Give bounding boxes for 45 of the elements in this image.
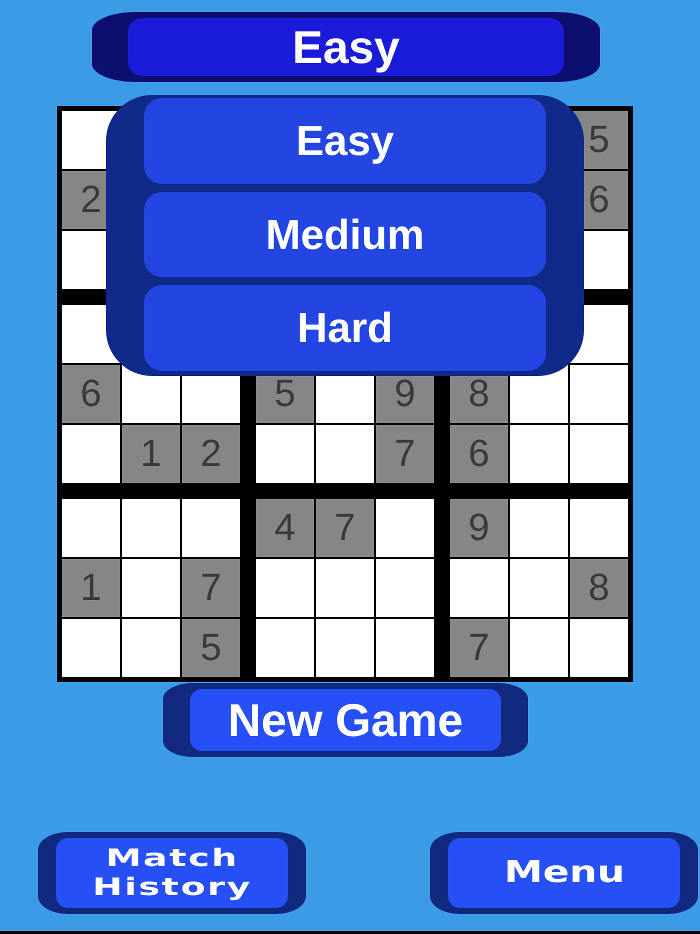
sudoku-cell[interactable] (62, 425, 120, 483)
sudoku-cell[interactable]: 1 (122, 425, 180, 483)
sudoku-cell[interactable] (122, 499, 180, 557)
sudoku-cell[interactable] (570, 619, 628, 677)
sudoku-cell[interactable]: 5 (182, 619, 240, 677)
sudoku-cell[interactable] (62, 619, 120, 677)
sudoku-cell[interactable] (316, 425, 374, 483)
menu-option[interactable]: Medium (144, 192, 546, 278)
sudoku-cell[interactable] (510, 499, 568, 557)
sudoku-cell[interactable] (62, 499, 120, 557)
sudoku-cell[interactable] (510, 559, 568, 617)
new-game-button[interactable]: New Game (163, 683, 528, 757)
sudoku-cell[interactable] (376, 619, 434, 677)
sudoku-cell[interactable] (570, 425, 628, 483)
sudoku-cell[interactable] (450, 559, 508, 617)
menu-option[interactable]: Hard (144, 285, 546, 372)
sudoku-cell[interactable] (376, 499, 434, 557)
sudoku-cell[interactable]: 7 (316, 499, 374, 557)
sudoku-cell[interactable]: 4 (256, 499, 314, 557)
sudoku-cell[interactable] (316, 559, 374, 617)
sudoku-cell[interactable] (510, 619, 568, 677)
sudoku-cell[interactable]: 2 (182, 425, 240, 483)
sudoku-cell[interactable]: 7 (182, 559, 240, 617)
sudoku-cell[interactable] (376, 559, 434, 617)
sudoku-cell[interactable] (570, 499, 628, 557)
sudoku-cell[interactable] (122, 619, 180, 677)
sudoku-cell[interactable] (256, 425, 314, 483)
sudoku-cell[interactable] (316, 619, 374, 677)
sudoku-cell[interactable]: 6 (62, 365, 120, 423)
difficulty-dropdown[interactable]: Easy (92, 12, 600, 82)
sudoku-cell[interactable] (570, 365, 628, 423)
sudoku-cell[interactable]: 7 (450, 619, 508, 677)
sudoku-cell[interactable] (256, 619, 314, 677)
sudoku-cell[interactable] (256, 559, 314, 617)
sudoku-cell[interactable] (182, 499, 240, 557)
sudoku-cell[interactable]: 8 (570, 559, 628, 617)
sudoku-cell[interactable]: 1 (62, 559, 120, 617)
sudoku-cell[interactable]: 6 (450, 425, 508, 483)
sudoku-cell[interactable]: 9 (450, 499, 508, 557)
menu-button[interactable]: Menu (430, 832, 698, 914)
sudoku-cell[interactable]: 7 (376, 425, 434, 483)
sudoku-cell[interactable] (122, 559, 180, 617)
match-history-button[interactable]: Match History (38, 832, 306, 914)
menu-option[interactable]: Easy (144, 98, 546, 184)
sudoku-cell[interactable] (510, 425, 568, 483)
